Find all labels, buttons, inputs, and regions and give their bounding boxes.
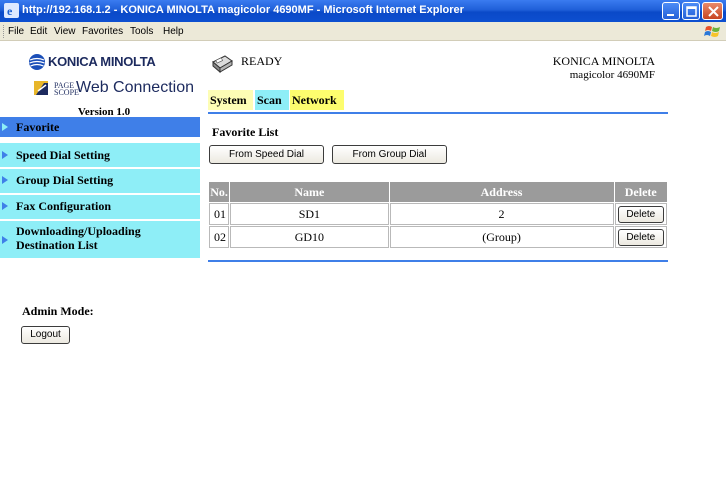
- logout-button[interactable]: Logout: [21, 326, 70, 344]
- sidebar-item-label-line2: Destination List: [16, 238, 98, 252]
- delete-button[interactable]: Delete: [617, 205, 664, 223]
- device-brand: KONICA MINOLTA: [552, 54, 655, 68]
- arrow-right-icon: [2, 202, 8, 210]
- menu-edit[interactable]: Edit: [30, 26, 47, 37]
- tab-network[interactable]: Network: [290, 90, 344, 110]
- pagescope-logo: PAGE SCOPE Web Connection: [32, 79, 202, 99]
- admin-mode-label: Admin Mode:: [22, 304, 94, 318]
- menu-view[interactable]: View: [54, 26, 76, 37]
- from-speed-dial-button[interactable]: From Speed Dial: [209, 145, 324, 164]
- sidebar-item-favorite[interactable]: Favorite: [0, 117, 200, 138]
- tab-system[interactable]: System: [208, 90, 253, 110]
- menu-bar: File Edit View Favorites Tools Help: [0, 22, 726, 41]
- maximize-button[interactable]: [682, 2, 700, 20]
- arrow-right-icon: [2, 151, 8, 159]
- column-header-address: Address: [389, 182, 614, 202]
- column-header-name: Name: [230, 182, 389, 202]
- pagescope-scope-text: SCOPE: [54, 88, 79, 97]
- maximize-icon: [686, 6, 697, 17]
- table-row: 01 SD1 2 Delete: [209, 203, 667, 225]
- minimize-button[interactable]: [662, 2, 680, 20]
- sidebar-item-group-dial-setting[interactable]: Group Dial Setting: [0, 169, 200, 194]
- menu-tools[interactable]: Tools: [130, 26, 153, 37]
- internet-explorer-icon: e: [4, 3, 19, 18]
- sidebar-item-label: Fax Configuration: [16, 199, 112, 213]
- window-title-bar: e http://192.168.1.2 - KONICA MINOLTA ma…: [0, 0, 726, 22]
- windows-logo-icon: [704, 26, 720, 37]
- sidebar-item-downloading-uploading[interactable]: Downloading/Uploading Destination List: [0, 221, 200, 259]
- column-header-no: No.: [209, 182, 230, 202]
- cell-address: 2: [389, 203, 614, 225]
- konica-minolta-logo-icon: [29, 54, 45, 70]
- toolbar-grip: [3, 25, 6, 38]
- printer-status-icon: [212, 55, 233, 74]
- cell-delete: Delete: [614, 203, 667, 225]
- column-header-delete: Delete: [614, 182, 667, 202]
- table-bottom-divider: [208, 260, 668, 262]
- cell-address: (Group): [389, 226, 614, 248]
- sidebar-item-fax-configuration[interactable]: Fax Configuration: [0, 195, 200, 220]
- device-status: READY: [241, 54, 283, 68]
- close-button[interactable]: [702, 2, 723, 20]
- web-connection-text: Web Connection: [76, 79, 194, 96]
- menu-favorites[interactable]: Favorites: [82, 26, 123, 37]
- sidebar-item-label: Favorite: [16, 120, 60, 134]
- cell-name: GD10: [230, 226, 389, 248]
- cell-name: SD1: [230, 203, 389, 225]
- svg-text:e: e: [7, 4, 13, 18]
- pagescope-logo-text: PAGE SCOPE: [54, 82, 79, 97]
- table-header-row: No. Name Address Delete: [209, 182, 667, 202]
- window-title: http://192.168.1.2 - KONICA MINOLTA magi…: [22, 4, 464, 16]
- cell-delete: Delete: [614, 226, 667, 248]
- menu-file[interactable]: File: [8, 26, 24, 37]
- menu-help[interactable]: Help: [163, 26, 184, 37]
- sidebar-item-label: Downloading/Uploading Destination List: [16, 224, 141, 252]
- sidebar-item-label: Speed Dial Setting: [16, 148, 111, 162]
- arrow-right-icon: [2, 123, 8, 131]
- pagescope-logo-icon: [34, 81, 48, 95]
- minimize-icon: [667, 14, 674, 16]
- konica-minolta-logo: KONICA MINOLTA: [29, 54, 169, 70]
- device-model: magicolor 4690MF: [569, 69, 655, 81]
- konica-minolta-logo-text: KONICA MINOLTA: [48, 54, 156, 69]
- cell-no: 01: [209, 203, 230, 225]
- close-icon: [708, 6, 719, 17]
- section-title: Favorite List: [212, 125, 279, 139]
- cell-no: 02: [209, 226, 230, 248]
- arrow-right-icon: [2, 236, 8, 244]
- sidebar-item-label-line1: Downloading/Uploading: [16, 224, 141, 238]
- tab-divider: [208, 112, 668, 114]
- tab-scan[interactable]: Scan: [255, 90, 289, 110]
- table-row: 02 GD10 (Group) Delete: [209, 226, 667, 248]
- page-content: KONICA MINOLTA PAGE SCOPE Web Connection…: [0, 42, 726, 488]
- favorite-table: No. Name Address Delete 01 SD1 2 Delete …: [208, 181, 668, 249]
- sidebar-item-label: Group Dial Setting: [16, 173, 114, 187]
- sidebar-item-speed-dial-setting[interactable]: Speed Dial Setting: [0, 143, 200, 168]
- delete-button[interactable]: Delete: [617, 228, 664, 246]
- from-group-dial-button[interactable]: From Group Dial: [332, 145, 447, 164]
- arrow-right-icon: [2, 176, 8, 184]
- device-info: KONICA MINOLTA magicolor 4690MF: [553, 54, 655, 82]
